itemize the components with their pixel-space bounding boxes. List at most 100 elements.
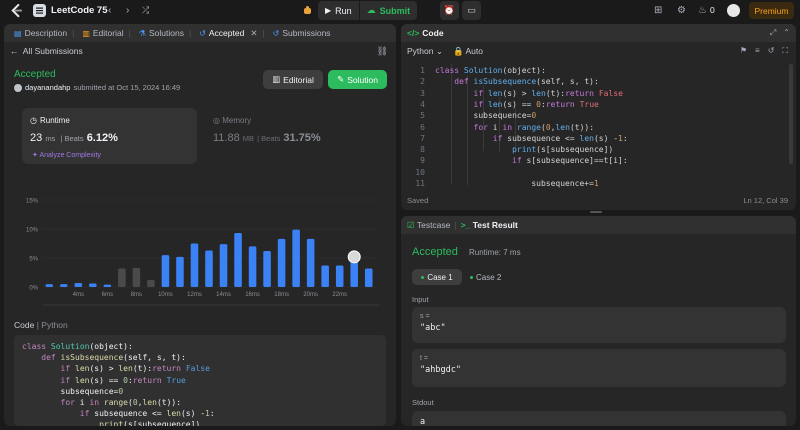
chart-bar[interactable]: [103, 284, 112, 287]
chart-bar[interactable]: [89, 283, 97, 287]
solution-button[interactable]: ✎ Solution: [328, 70, 387, 89]
x-tick-label: 12ms: [187, 292, 202, 298]
chart-bar[interactable]: [219, 244, 228, 287]
runtime-distribution-chart[interactable]: 15% 10% 5% 0% 4ms 6ms 8ms 10ms 12ms 14ms 16ms 18ms 2…: [4, 170, 396, 306]
fullscreen-icon[interactable]: ⛶: [782, 46, 788, 56]
chart-bar[interactable]: [190, 243, 199, 288]
analyze-label: Analyze Complexity: [39, 152, 101, 159]
editor-line: for i in range(0,len(t)):: [473, 122, 595, 132]
editor-line: subsequence+=1: [435, 179, 599, 188]
line-number: 11: [415, 179, 425, 188]
tab-test-result[interactable]: >_ Test Result: [461, 220, 518, 230]
chevron-up-icon[interactable]: ⌃: [783, 28, 790, 38]
run-button[interactable]: ▶ Run: [318, 1, 359, 20]
debug-icon[interactable]: [298, 1, 317, 20]
notes-icon[interactable]: ▭: [462, 1, 481, 20]
submitter-info: dayanandahp submitted at Oct 15, 2024 16…: [14, 83, 180, 92]
tab-editorial[interactable]: ▥ Editorial |: [78, 24, 135, 42]
stdout-value[interactable]: a: [420, 417, 778, 426]
problem-list-title[interactable]: LeetCode 75: [51, 5, 108, 16]
leetcode-logo-icon[interactable]: [10, 4, 23, 18]
x-tick-label: 20ms: [303, 292, 318, 298]
chart-bar[interactable]: [277, 238, 286, 287]
chart-bar[interactable]: [321, 265, 329, 287]
streak-counter[interactable]: ♨ 0: [698, 4, 715, 17]
expand-icon[interactable]: ⤢: [770, 28, 776, 38]
all-submissions-link[interactable]: ← All Submissions: [10, 46, 83, 56]
chart-bar[interactable]: [60, 284, 68, 287]
shuffle-icon[interactable]: ⤮: [142, 4, 149, 17]
timer-icon[interactable]: ⏰: [440, 1, 459, 20]
username[interactable]: dayanandahp: [25, 83, 70, 92]
chart-bar[interactable]: [118, 268, 126, 287]
runtime-card[interactable]: ◷ Runtime 23 ms | Beats 6.12% ✦ Analyze C…: [22, 108, 197, 164]
language-select[interactable]: Python ⌄: [407, 46, 443, 57]
save-status: Saved: [407, 196, 429, 205]
auto-toggle[interactable]: 🔒 Auto: [453, 46, 483, 57]
chart-bar[interactable]: [292, 229, 300, 287]
input-label: Input: [412, 295, 429, 304]
close-tab-icon[interactable]: ✕: [250, 28, 257, 39]
prev-problem-icon[interactable]: ‹: [108, 4, 111, 17]
chart-bar[interactable]: [306, 238, 315, 287]
x-tick-label: 18ms: [274, 292, 289, 298]
input-s-value[interactable]: "abc": [420, 323, 778, 333]
chart-bar[interactable]: [74, 282, 83, 287]
case-1-tab[interactable]: Case 1: [412, 269, 462, 285]
run-label: Run: [335, 5, 352, 16]
format-icon[interactable]: ≡: [755, 46, 760, 56]
chart-bar[interactable]: [45, 284, 54, 287]
memory-value: 11.88 MB | Beats 31.75%: [213, 132, 321, 144]
panel-resize-handle[interactable]: [590, 211, 602, 213]
share-link-icon[interactable]: ⛓: [377, 46, 388, 57]
chart-bar[interactable]: [161, 255, 170, 287]
history-icon: ↺: [272, 28, 280, 38]
chart-bar[interactable]: [364, 268, 373, 287]
input-s-box: s = "abc": [412, 307, 786, 343]
chart-bar[interactable]: [248, 246, 257, 287]
reset-icon[interactable]: ↺: [768, 46, 775, 56]
tab-code[interactable]: Code: [422, 28, 443, 38]
chart-bar[interactable]: [132, 267, 141, 287]
editor-code-area[interactable]: 1 class Solution(object): 2 def isSubseque…: [401, 64, 796, 192]
submitted-code[interactable]: class Solution(object): def isSubsequenc…: [14, 335, 386, 426]
chart-bar[interactable]: [263, 251, 271, 287]
premium-button[interactable]: Premium: [749, 2, 794, 19]
settings-icon[interactable]: ⚙: [677, 4, 686, 17]
chart-bar[interactable]: [234, 233, 242, 287]
user-avatar[interactable]: [14, 83, 22, 92]
x-tick-label: 4ms: [73, 292, 84, 298]
editor-line: subsequence=0: [435, 111, 537, 121]
chart-bar[interactable]: [205, 250, 213, 287]
analyze-complexity-link[interactable]: ✦ Analyze Complexity: [32, 151, 101, 159]
memory-label: Memory: [222, 116, 252, 125]
problem-list-icon[interactable]: [33, 4, 46, 17]
pass-dot: [421, 275, 425, 279]
code-label: Code: [14, 320, 35, 330]
chart-overview[interactable]: [42, 304, 380, 306]
lock-icon: 🔒: [452, 46, 464, 56]
submit-button[interactable]: ☁ Submit: [359, 1, 418, 20]
chart-bar[interactable]: [335, 265, 344, 287]
tab-testcase[interactable]: ☑ Testcase: [407, 220, 450, 231]
editor-scrollbar[interactable]: [789, 64, 793, 164]
layout-icon[interactable]: ⊞: [654, 4, 662, 17]
current-runtime-marker[interactable]: [347, 250, 361, 264]
y-tick-label: 10%: [26, 228, 39, 234]
x-tick-label: 16ms: [245, 292, 260, 298]
tab-description[interactable]: ▤ Description |: [10, 24, 78, 42]
avatar[interactable]: [727, 4, 740, 17]
chart-bar[interactable]: [176, 256, 184, 287]
next-problem-icon[interactable]: ›: [126, 4, 129, 17]
memory-header[interactable]: ◎ Memory: [213, 116, 251, 125]
fire-icon: ♨: [698, 5, 707, 16]
clock-icon: ◷: [30, 116, 37, 125]
case-2-tab[interactable]: Case 2: [470, 269, 501, 285]
tab-accepted[interactable]: ↺ Accepted ✕ |: [195, 24, 269, 42]
tab-solutions[interactable]: ⚗ Solutions |: [135, 24, 195, 42]
tab-submissions[interactable]: ↺ Submissions: [269, 24, 335, 42]
editorial-button[interactable]: ▥ Editorial: [263, 70, 323, 89]
input-t-value[interactable]: "ahbgdc": [420, 365, 778, 375]
chart-bar[interactable]: [147, 280, 155, 287]
bookmark-icon[interactable]: ⚑: [740, 46, 747, 56]
